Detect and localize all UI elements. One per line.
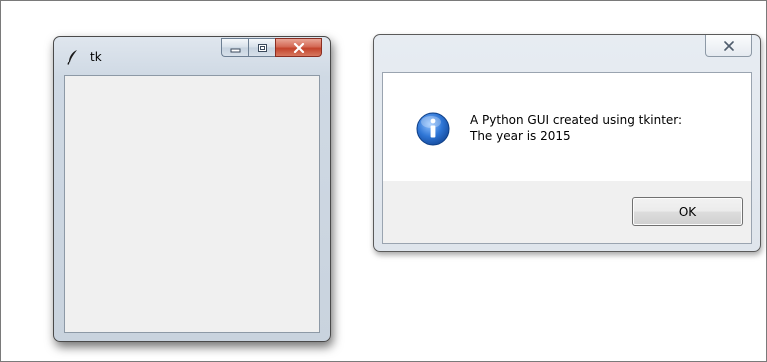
tk-window-title: tk — [90, 50, 102, 64]
close-icon — [723, 36, 735, 55]
message-dialog: A Python GUI created using tkinter: The … — [373, 34, 761, 252]
tk-client-area — [64, 75, 320, 333]
tk-caption-buttons — [221, 38, 322, 58]
maximize-button[interactable] — [248, 38, 275, 57]
dialog-close-button[interactable] — [705, 35, 752, 57]
message-line-1: A Python GUI created using tkinter: — [470, 113, 683, 127]
close-button[interactable] — [275, 38, 322, 57]
minimize-icon — [230, 38, 241, 57]
dialog-body: A Python GUI created using tkinter: The … — [382, 72, 752, 244]
ok-button[interactable]: OK — [632, 197, 743, 226]
tk-window: tk — [53, 36, 331, 342]
dialog-footer: OK — [383, 181, 751, 243]
message-line-2: The year is 2015 — [470, 129, 571, 143]
info-icon — [416, 112, 450, 146]
dialog-message: A Python GUI created using tkinter: The … — [470, 112, 682, 144]
close-icon — [293, 38, 305, 57]
desktop-canvas: tk A Python GUI created using tkinter: T… — [0, 0, 767, 362]
minimize-button[interactable] — [221, 38, 248, 57]
tk-titlebar[interactable]: tk — [54, 37, 330, 73]
feather-icon — [66, 49, 80, 65]
maximize-icon — [257, 38, 268, 57]
dialog-content: A Python GUI created using tkinter: The … — [383, 73, 751, 181]
